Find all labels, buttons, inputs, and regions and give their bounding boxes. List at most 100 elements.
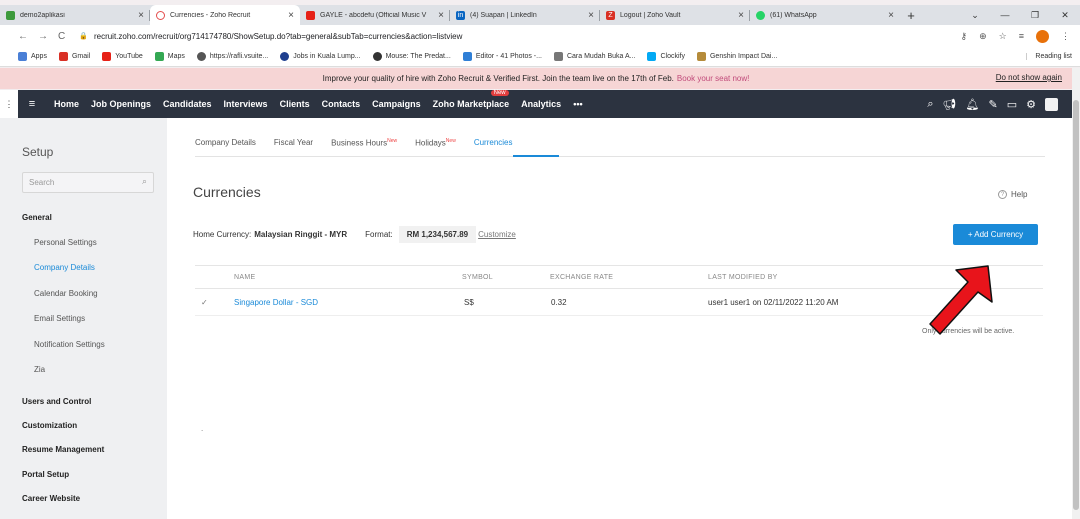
sidebar-section-users-control[interactable]: Users and Control (22, 397, 91, 406)
tab-business-hours[interactable]: Business HoursNew (331, 138, 397, 148)
bookmark-editor[interactable]: Editor - 41 Photos -... (462, 52, 542, 61)
sidebar-item-company-details[interactable]: Company Details (34, 263, 95, 272)
app-grid-icon[interactable]: ⋮ (0, 90, 18, 118)
calendar-icon[interactable]: ▭ (1007, 98, 1017, 111)
add-currency-button[interactable]: + Add Currency (953, 224, 1038, 245)
promo-link[interactable]: Book your seat now! (677, 74, 749, 83)
tab-close-icon[interactable]: × (588, 10, 594, 21)
tab-close-icon[interactable]: × (738, 10, 744, 21)
profile-avatar[interactable] (1036, 29, 1049, 43)
nav-clients[interactable]: Clients (280, 99, 310, 109)
bookmark-genshin[interactable]: Genshin Impact Dai... (696, 52, 777, 61)
annotation-arrow-icon (929, 265, 993, 335)
bookmark-mouse[interactable]: Mouse: The Predat... (372, 52, 451, 61)
col-name[interactable]: NAME (234, 274, 255, 281)
col-symbol[interactable]: SYMBOL (462, 274, 493, 281)
tab-holidays[interactable]: HolidaysNew (415, 138, 456, 148)
col-last-modified[interactable]: LAST MODIFIED BY (708, 274, 778, 281)
tab-close-icon[interactable]: × (888, 10, 894, 21)
nav-analytics[interactable]: Analytics (521, 99, 561, 109)
tab-fiscal-year[interactable]: Fiscal Year (274, 138, 313, 148)
nav-more[interactable]: ••• (573, 99, 582, 109)
browser-tab[interactable]: in (4) Suapan | LinkedIn × (450, 5, 600, 25)
sidebar-section-resume-management[interactable]: Resume Management (22, 445, 104, 454)
page-scrollbar[interactable] (1072, 68, 1080, 519)
bookmark-gmail[interactable]: Gmail (58, 52, 90, 61)
close-window-icon[interactable]: ✕ (1050, 10, 1080, 21)
nav-contacts[interactable]: Contacts (322, 99, 361, 109)
whatsapp-icon (756, 10, 765, 20)
tab-search-icon[interactable]: ⌄ (960, 10, 990, 21)
sidebar-section-general[interactable]: General (22, 213, 52, 222)
scrollbar-thumb[interactable] (1073, 100, 1079, 510)
tab-label: Holidays (415, 138, 446, 148)
reading-list[interactable]: Reading list (1026, 53, 1080, 60)
url-field[interactable]: 🔒 recruit.zoho.com/recruit/org714174780/… (79, 32, 462, 41)
tab-close-icon[interactable]: × (138, 10, 144, 21)
bookmark-star-icon[interactable]: ☆ (999, 31, 1007, 42)
browser-tab[interactable]: (61) WhatsApp × (750, 5, 900, 25)
col-exchange-rate[interactable]: EXCHANGE RATE (550, 274, 613, 281)
more-menu-icon[interactable]: ⋮ (1061, 31, 1070, 42)
new-tag: New (445, 138, 456, 144)
share-icon[interactable]: ⊕ (979, 31, 987, 42)
reload-icon[interactable]: C (58, 31, 65, 42)
browser-tab[interactable]: demo2aplikasi × (0, 5, 150, 25)
sidebar-search-input[interactable]: Search ⌕ (22, 172, 154, 193)
forward-icon[interactable]: → (38, 31, 48, 42)
tab-label: Company Details (195, 138, 256, 147)
exchange-rate: 0.32 (551, 298, 567, 307)
nav-zoho-marketplace[interactable]: Zoho Marketplace New (433, 90, 509, 109)
bookmark-clockify[interactable]: Clockify (647, 52, 685, 61)
home-currency-row: Home Currency: Malaysian Ringgit - MYR F… (193, 226, 516, 243)
tab-company-details[interactable]: Company Details (195, 138, 256, 148)
hamburger-icon[interactable]: ≡ (22, 98, 42, 110)
bell-icon[interactable]: 🔔︎ (966, 98, 980, 111)
nav-job-openings[interactable]: Job Openings (91, 99, 151, 109)
megaphone-icon[interactable]: 📢︎ (943, 98, 957, 111)
url-text: recruit.zoho.com/recruit/org714174780/Sh… (93, 31, 463, 41)
currency-name-link[interactable]: Singapore Dollar - SGD (234, 298, 318, 307)
nav-home[interactable]: Home (54, 99, 79, 109)
help-icon: ? (998, 190, 1007, 199)
key-icon[interactable]: ⚷ (961, 31, 968, 42)
bookmark-rafli[interactable]: https://rafli.vsuite... (196, 52, 268, 61)
bookmark-apps[interactable]: Apps (18, 52, 47, 61)
tab-close-icon[interactable]: × (438, 10, 444, 21)
tab-currencies[interactable]: Currencies (474, 138, 513, 148)
sidebar-item-personal-settings[interactable]: Personal Settings (34, 238, 97, 247)
dismiss-link[interactable]: Do not show again (996, 73, 1062, 82)
bookmark-jobs[interactable]: Jobs in Kuala Lump... (280, 52, 361, 61)
zoho-vault-icon: Z (606, 10, 615, 20)
sidebar-item-notification-settings[interactable]: Notification Settings (34, 340, 105, 349)
sidebar-section-portal-setup[interactable]: Portal Setup (22, 470, 69, 479)
bookmark-cara[interactable]: Cara Mudah Buka A... (553, 52, 635, 61)
sidebar-section-customization[interactable]: Customization (22, 421, 77, 430)
reading-mode-icon[interactable]: ≡ (1019, 31, 1024, 41)
bookmark-maps[interactable]: Maps (154, 52, 185, 61)
browser-tab-active[interactable]: Currencies - Zoho Recruit × (150, 5, 300, 25)
nav-interviews[interactable]: Interviews (224, 99, 268, 109)
minimize-icon[interactable]: — (990, 10, 1020, 20)
sidebar-item-calendar-booking[interactable]: Calendar Booking (34, 289, 98, 298)
sidebar-item-zia[interactable]: Zia (34, 365, 45, 374)
sidebar-section-career-website[interactable]: Career Website (22, 494, 80, 503)
settings-icon[interactable]: ⚙ (1026, 98, 1036, 111)
restore-icon[interactable]: ❐ (1020, 10, 1050, 21)
search-icon[interactable]: ⌕ (927, 98, 933, 111)
currency-table-header: NAME SYMBOL EXCHANGE RATE LAST MODIFIED … (195, 265, 1043, 289)
nav-candidates[interactable]: Candidates (163, 99, 212, 109)
nav-campaigns[interactable]: Campaigns (372, 99, 421, 109)
tab-close-icon[interactable]: × (288, 10, 294, 21)
sidebar-item-email-settings[interactable]: Email Settings (34, 314, 85, 323)
back-icon[interactable]: ← (18, 31, 28, 42)
user-avatar[interactable] (1045, 97, 1058, 111)
compose-icon[interactable]: ✎ (989, 98, 998, 111)
bookmark-youtube[interactable]: YouTube (102, 52, 143, 61)
table-row[interactable]: ✓ Singapore Dollar - SGD S$ 0.32 user1 u… (195, 289, 1043, 316)
new-tab-button[interactable]: + (900, 5, 922, 25)
help-link[interactable]: ? Help (998, 190, 1027, 199)
customize-link[interactable]: Customize (478, 230, 516, 239)
browser-tab[interactable]: Z Logout | Zoho Vault × (600, 5, 750, 25)
browser-tab[interactable]: GAYLE - abcdefu (Official Music V × (300, 5, 450, 25)
